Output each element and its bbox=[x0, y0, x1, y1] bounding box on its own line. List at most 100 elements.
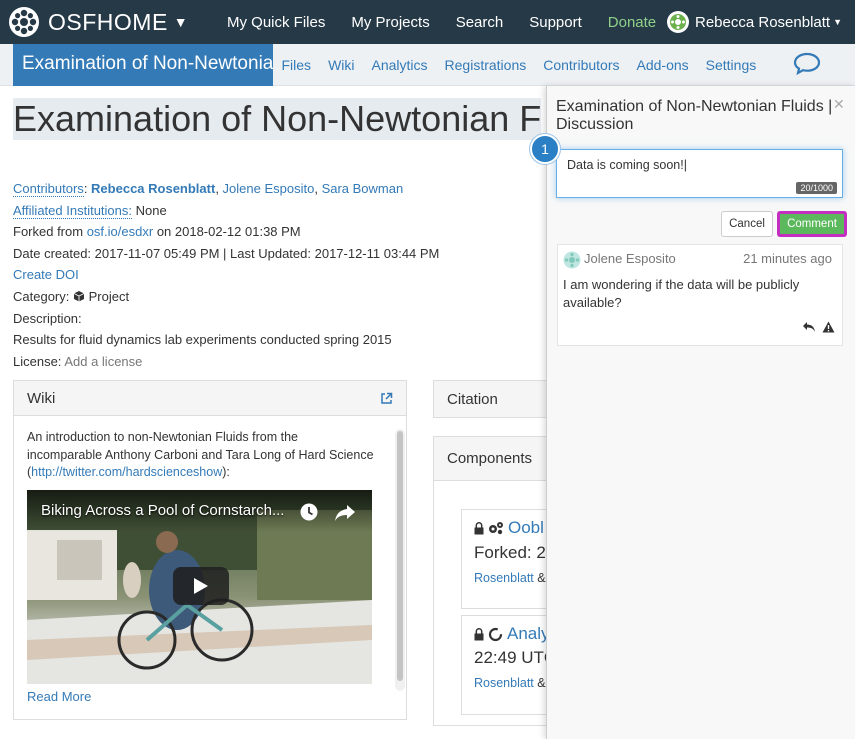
component-title[interactable]: Analy bbox=[474, 624, 550, 644]
character-counter: 20/1000 bbox=[796, 182, 837, 194]
top-navbar: OSFHOME ▼ My Quick Files My Projects Sea… bbox=[0, 0, 855, 44]
play-icon bbox=[194, 578, 208, 594]
component-contributors: Rosenblatt & bbox=[474, 571, 546, 585]
contributors-label[interactable]: Contributors bbox=[13, 181, 84, 197]
tab-settings[interactable]: Settings bbox=[697, 57, 765, 73]
comment-timestamp: 21 minutes ago bbox=[743, 251, 832, 266]
category-label: Category: bbox=[13, 288, 70, 304]
brand-name: OSFHOME bbox=[48, 8, 168, 35]
close-icon[interactable]: ✕ bbox=[833, 96, 845, 113]
wiki-panel: Wiki An introduction to non-Newtonian Fl… bbox=[13, 380, 407, 720]
discussion-title: Examination of Non-Newtonian Fluids | Di… bbox=[556, 98, 833, 133]
component-date: Forked: 20 bbox=[474, 543, 556, 562]
add-license-link[interactable]: Add a license bbox=[64, 354, 142, 369]
cancel-button[interactable]: Cancel bbox=[721, 211, 773, 237]
tab-add-ons[interactable]: Add-ons bbox=[628, 57, 697, 73]
tab-wiki[interactable]: Wiki bbox=[320, 57, 363, 73]
citation-panel[interactable]: Citation bbox=[433, 380, 563, 418]
wiki-twitter-link[interactable]: http://twitter.com/hardscienceshow bbox=[31, 465, 222, 479]
description-label: Description: bbox=[13, 310, 82, 326]
project-nav-links: Files Wiki Analytics Registrations Contr… bbox=[273, 44, 765, 86]
external-link-icon[interactable] bbox=[380, 392, 393, 405]
user-menu[interactable]: Rebecca Rosenblatt ▼ bbox=[667, 0, 842, 44]
share-icon[interactable] bbox=[334, 502, 356, 522]
contributor-link[interactable]: Sara Bowman bbox=[322, 181, 404, 196]
forked-source-link[interactable]: osf.io/esdxr bbox=[87, 224, 153, 239]
project-title-tab[interactable]: Examination of Non-Newtonian Fluids bbox=[13, 44, 273, 86]
wiki-content: An introduction to non-Newtonian Fluids … bbox=[27, 429, 375, 482]
citation-panel-header[interactable]: Citation bbox=[434, 381, 562, 417]
step-badge: 1 bbox=[530, 134, 560, 164]
component-title[interactable]: Oobl bbox=[474, 518, 544, 538]
nav-support[interactable]: Support bbox=[516, 14, 595, 31]
wiki-panel-header: Wiki bbox=[14, 381, 406, 416]
osf-logo-icon bbox=[9, 7, 39, 37]
contributor-link[interactable]: Jolene Esposito bbox=[223, 181, 315, 196]
contributors-row: Contributors: Rebecca Rosenblatt, Jolene… bbox=[13, 181, 404, 197]
component-contributor-link[interactable]: Rosenblatt bbox=[474, 676, 534, 690]
comment-input[interactable]: Data is coming soon!| 20/1000 bbox=[556, 149, 843, 198]
avatar bbox=[667, 11, 689, 33]
license-row: License: Add a license bbox=[13, 351, 543, 373]
comment-input-value: Data is coming soon! bbox=[567, 158, 684, 172]
license-label: License: bbox=[13, 353, 62, 369]
comments-icon[interactable] bbox=[793, 52, 821, 76]
tab-files[interactable]: Files bbox=[273, 57, 320, 73]
forked-suffix: on 2018-02-12 01:38 PM bbox=[156, 224, 301, 240]
cube-icon bbox=[73, 290, 85, 302]
component-date: 22:49 UTC bbox=[474, 648, 557, 667]
report-icon[interactable] bbox=[822, 321, 835, 333]
comment-text: I am wondering if the data will be publi… bbox=[563, 277, 800, 310]
caret-down-icon: ▼ bbox=[833, 17, 843, 27]
avatar bbox=[563, 251, 581, 269]
embedded-video[interactable]: Biking Across a Pool of Cornstarch... bbox=[27, 490, 372, 684]
osf-home-menu[interactable]: OSFHOME ▼ bbox=[8, 0, 188, 44]
affiliated-label[interactable]: Affiliated Institutions: bbox=[13, 202, 132, 219]
affiliated-row: Affiliated Institutions: None bbox=[13, 200, 543, 222]
discussion-drawer: Examination of Non-Newtonian Fluids | Di… bbox=[546, 86, 855, 739]
page-title[interactable]: Examination of Non-Newtonian Fluids bbox=[13, 98, 541, 140]
components-heading: Components bbox=[447, 450, 533, 467]
project-metadata: Contributors: Rebecca Rosenblatt, Jolene… bbox=[13, 178, 543, 372]
tab-contributors[interactable]: Contributors bbox=[535, 57, 628, 73]
citation-heading: Citation bbox=[447, 390, 498, 408]
nav-search[interactable]: Search bbox=[443, 14, 517, 31]
lock-icon bbox=[474, 627, 484, 640]
spinner-icon bbox=[488, 627, 503, 641]
primary-nav: My Quick Files My Projects Search Suppor… bbox=[214, 0, 669, 44]
play-button[interactable] bbox=[173, 567, 229, 605]
comment-item: Jolene Esposito 21 minutes ago I am wond… bbox=[557, 244, 843, 346]
create-doi-link[interactable]: Create DOI bbox=[13, 267, 79, 282]
wiki-intro-end: ): bbox=[222, 465, 230, 479]
category-value: Project bbox=[88, 288, 130, 304]
wiki-scrollbar[interactable] bbox=[395, 429, 405, 691]
forked-row: Forked from osf.io/esdxr on 2018-02-12 0… bbox=[13, 221, 543, 243]
user-name: Rebecca Rosenblatt bbox=[695, 13, 831, 31]
tab-registrations[interactable]: Registrations bbox=[436, 57, 535, 73]
affiliated-value: None bbox=[135, 202, 167, 218]
watch-later-icon[interactable] bbox=[299, 502, 319, 522]
forked-prefix: Forked from bbox=[13, 224, 84, 240]
caret-down-icon: ▼ bbox=[173, 14, 188, 30]
description-text: Results for fluid dynamics lab experimen… bbox=[13, 332, 392, 348]
component-contributor-link[interactable]: Rosenblatt bbox=[474, 571, 534, 585]
nav-my-quick-files[interactable]: My Quick Files bbox=[214, 14, 338, 31]
nav-donate[interactable]: Donate bbox=[595, 14, 669, 31]
components-panel: Components Oobl Forked: 20 Rosenblatt & … bbox=[433, 436, 563, 726]
cogs-icon bbox=[489, 522, 503, 535]
comment-button[interactable]: Comment bbox=[777, 211, 847, 237]
component-contributors: Rosenblatt & bbox=[474, 676, 546, 690]
lock-icon bbox=[474, 521, 484, 534]
category-row: Category: Project bbox=[13, 286, 543, 308]
tab-analytics[interactable]: Analytics bbox=[363, 57, 436, 73]
reply-icon[interactable] bbox=[802, 321, 816, 333]
dates-row: Date created: 2017-11-07 05:49 PM | Last… bbox=[13, 245, 440, 261]
contributor-link[interactable]: Rebecca Rosenblatt bbox=[91, 181, 215, 196]
video-title[interactable]: Biking Across a Pool of Cornstarch... bbox=[41, 502, 296, 519]
read-more-link[interactable]: Read More bbox=[27, 689, 91, 704]
wiki-heading: Wiki bbox=[27, 389, 56, 407]
user-avatar-icon bbox=[670, 14, 686, 30]
nav-my-projects[interactable]: My Projects bbox=[338, 14, 442, 31]
project-navbar: Examination of Non-Newtonian Fluids File… bbox=[0, 44, 855, 86]
comment-author[interactable]: Jolene Esposito bbox=[584, 251, 676, 266]
